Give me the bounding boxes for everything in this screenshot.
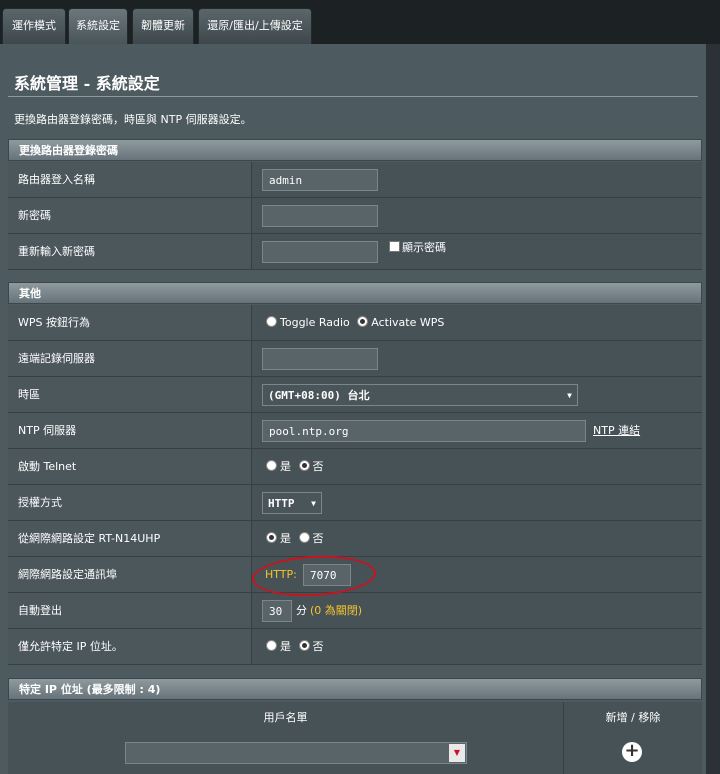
tab-restore-settings[interactable]: 還原/匯出/上傳設定	[198, 8, 312, 44]
section-header-misc: 其他	[8, 282, 702, 304]
section-header-ip: 特定 IP 位址 (最多限制 : 4)	[8, 678, 702, 700]
wps-toggle-radio-option[interactable]	[266, 316, 277, 327]
wan-access-no-text: 否	[312, 532, 324, 545]
ip-only-label: 僅允許特定 IP 位址。	[8, 629, 252, 664]
row-auto-logout: 自動登出 30 分 (0 為關閉)	[8, 593, 702, 629]
login-name-input[interactable]: admin	[262, 169, 378, 191]
ip-only-yes-radio[interactable]	[266, 640, 277, 651]
new-password-input[interactable]	[262, 205, 378, 227]
title-divider	[8, 96, 698, 97]
login-name-label: 路由器登入名稱	[8, 162, 252, 197]
syslog-label: 遠端記錄伺服器	[8, 341, 252, 376]
wan-access-yes-text: 是	[280, 532, 291, 545]
telnet-label: 啟動 Telnet	[8, 449, 252, 484]
ip-only-no-text: 否	[312, 640, 324, 653]
wps-activate-option[interactable]	[357, 316, 369, 327]
show-password-checkbox[interactable]	[389, 241, 400, 252]
ntp-link[interactable]: NTP 連結	[593, 413, 640, 448]
telnet-yes-text: 是	[280, 460, 291, 473]
wps-option2-text: Activate WPS	[371, 316, 445, 329]
page-title: 系統管理 - 系統設定	[14, 74, 160, 93]
telnet-yes-radio[interactable]	[266, 460, 277, 471]
timezone-select[interactable]: (GMT+08:00) 台北 ▼	[262, 384, 578, 406]
row-ntp: NTP 伺服器 pool.ntp.org NTP 連結	[8, 413, 702, 449]
telnet-no-text: 否	[312, 460, 324, 473]
row-new-password: 新密碼	[8, 198, 702, 234]
tab-bar: 運作模式 系統設定 韌體更新 還原/匯出/上傳設定	[0, 0, 720, 44]
row-auth-method: 授權方式 HTTP ▼	[8, 485, 702, 521]
page-description: 更換路由器登錄密碼，時區與 NTP 伺服器設定。	[14, 113, 252, 126]
wan-port-label: 網際網路設定通訊埠	[8, 557, 252, 592]
auto-logout-unit: 分	[296, 604, 307, 617]
row-timezone: 時區 (GMT+08:00) 台北 ▼	[8, 377, 702, 413]
wps-option1-text: Toggle Radio	[280, 316, 350, 329]
row-wps: WPS 按鈕行為 Toggle Radio Activate WPS	[8, 305, 702, 341]
ip-table-header: 用戶名單 新增 / 移除	[8, 702, 702, 735]
add-remove-header: 新增 / 移除	[605, 711, 661, 724]
row-wan-access: 從網際網路設定 RT-N14UHP 是 否	[8, 521, 702, 557]
add-icon[interactable]: +	[622, 742, 642, 762]
syslog-server-input[interactable]	[262, 348, 378, 370]
wan-access-no-radio[interactable]	[298, 532, 310, 543]
ip-only-no-radio[interactable]	[298, 640, 310, 651]
chevron-down-icon: ▼	[311, 499, 316, 508]
ntp-label: NTP 伺服器	[8, 413, 252, 448]
show-password-label: 顯示密碼	[402, 241, 446, 254]
auth-method-select[interactable]: HTTP ▼	[262, 492, 322, 514]
client-list-header: 用戶名單	[8, 702, 564, 734]
row-ip-only: 僅允許特定 IP 位址。 是 否	[8, 629, 702, 665]
ip-entry-row: ▼ +	[8, 734, 702, 774]
auto-logout-note: (0 為關閉)	[310, 604, 363, 617]
confirm-password-input[interactable]	[262, 241, 378, 263]
timezone-label: 時區	[8, 377, 252, 412]
wps-label: WPS 按鈕行為	[8, 305, 252, 340]
telnet-no-radio[interactable]	[298, 460, 310, 471]
section-header-password: 更換路由器登錄密碼	[8, 139, 702, 161]
new-password-label: 新密碼	[8, 198, 252, 233]
ip-only-yes-text: 是	[280, 640, 291, 653]
ntp-server-input[interactable]: pool.ntp.org	[262, 420, 586, 442]
client-ip-select[interactable]: ▼	[125, 742, 467, 764]
dropdown-arrow-icon: ▼	[449, 744, 465, 762]
tab-firmware-upgrade[interactable]: 韌體更新	[132, 8, 194, 44]
tab-operation-mode[interactable]: 運作模式	[2, 8, 66, 44]
wan-access-yes-radio[interactable]	[266, 532, 277, 543]
row-confirm-password: 重新輸入新密碼 顯示密碼	[8, 234, 702, 270]
row-telnet: 啟動 Telnet 是 否	[8, 449, 702, 485]
auth-method-label: 授權方式	[8, 485, 252, 520]
auto-logout-input[interactable]: 30	[262, 600, 292, 622]
row-login-name: 路由器登入名稱 admin	[8, 162, 702, 198]
row-syslog: 遠端記錄伺服器	[8, 341, 702, 377]
tab-system-settings[interactable]: 系統設定	[68, 8, 128, 44]
auto-logout-label: 自動登出	[8, 593, 252, 628]
wan-access-label: 從網際網路設定 RT-N14UHP	[8, 521, 252, 556]
confirm-password-label: 重新輸入新密碼	[8, 234, 252, 269]
chevron-down-icon: ▼	[567, 391, 572, 400]
